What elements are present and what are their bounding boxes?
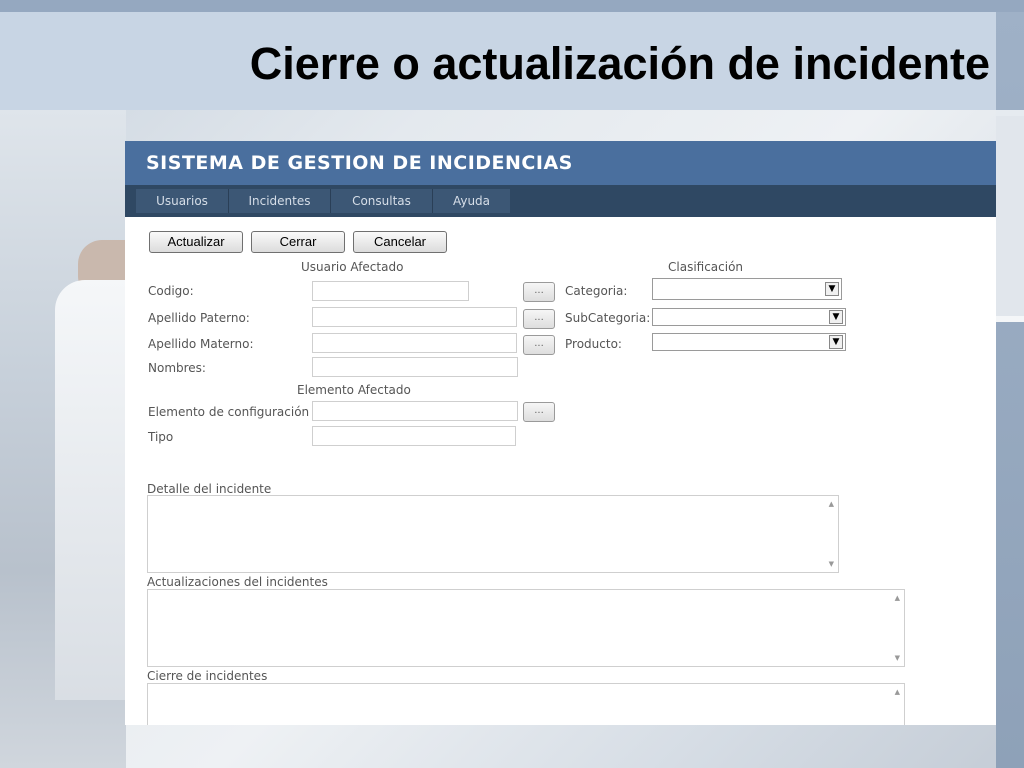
chevron-down-icon[interactable]: ▼	[829, 335, 843, 349]
categoria-select[interactable]: ▼	[652, 278, 842, 300]
cierre-textarea[interactable]: ▲	[147, 683, 905, 725]
app-title: SISTEMA DE GESTION DE INCIDENCIAS	[146, 152, 573, 174]
incident-app-window: SISTEMA DE GESTION DE INCIDENCIAS Usuari…	[125, 141, 996, 725]
elemento-browse-button[interactable]: ...	[523, 402, 555, 422]
elemento-configuracion-label: Elemento de configuración	[148, 405, 310, 419]
apellido-paterno-label: Apellido Paterno:	[148, 311, 250, 325]
actualizaciones-textarea[interactable]: ▲ ▼	[147, 589, 905, 667]
categoria-label: Categoria:	[565, 284, 628, 298]
cancel-button[interactable]: Cancelar	[353, 231, 447, 253]
slide-right-band	[996, 12, 1024, 768]
apellido-materno-browse-button[interactable]: ...	[523, 335, 555, 355]
detalle-label: Detalle del incidente	[147, 482, 272, 496]
elemento-configuracion-input[interactable]	[312, 401, 518, 421]
detalle-textarea[interactable]: ▲ ▼	[147, 495, 839, 573]
scroll-up-icon[interactable]: ▲	[829, 500, 834, 508]
chevron-down-icon[interactable]: ▼	[825, 282, 839, 296]
background-photo	[0, 110, 126, 768]
scroll-up-icon[interactable]: ▲	[895, 688, 900, 696]
menu-item-usuarios[interactable]: Usuarios	[136, 189, 228, 213]
slide-top-band	[0, 0, 1024, 12]
nombres-label: Nombres:	[148, 361, 206, 375]
codigo-input[interactable]	[312, 281, 469, 301]
subcategoria-select[interactable]: ▼	[652, 308, 846, 326]
tipo-label: Tipo	[148, 430, 174, 444]
menu-item-consultas[interactable]: Consultas	[331, 189, 432, 213]
subcategoria-label: SubCategoria:	[565, 311, 651, 325]
scroll-down-icon[interactable]: ▼	[829, 560, 834, 568]
cierre-label: Cierre de incidentes	[147, 669, 268, 683]
menu-item-ayuda[interactable]: Ayuda	[433, 189, 510, 213]
close-button[interactable]: Cerrar	[251, 231, 345, 253]
actualizaciones-label: Actualizaciones del incidentes	[147, 575, 328, 589]
section-clasificacion: Clasificación	[668, 260, 744, 274]
producto-label: Producto:	[565, 337, 622, 351]
tipo-input[interactable]	[312, 426, 516, 446]
chevron-down-icon[interactable]: ▼	[829, 310, 843, 324]
apellido-materno-input[interactable]	[312, 333, 517, 353]
section-elemento-afectado: Elemento Afectado	[297, 383, 411, 397]
producto-select[interactable]: ▼	[652, 333, 846, 351]
section-usuario-afectado: Usuario Afectado	[301, 260, 404, 274]
app-header: SISTEMA DE GESTION DE INCIDENCIAS	[125, 141, 996, 185]
update-button[interactable]: Actualizar	[149, 231, 243, 253]
menu-item-incidentes[interactable]: Incidentes	[229, 189, 330, 213]
apellido-paterno-browse-button[interactable]: ...	[523, 309, 555, 329]
scroll-down-icon[interactable]: ▼	[895, 654, 900, 662]
codigo-browse-button[interactable]: ...	[523, 282, 555, 302]
slide-title: Cierre o actualización de incidente	[249, 38, 990, 89]
codigo-label: Codigo:	[148, 284, 194, 298]
scroll-up-icon[interactable]: ▲	[895, 594, 900, 602]
apellido-materno-label: Apellido Materno:	[148, 337, 254, 351]
nombres-input[interactable]	[312, 357, 518, 377]
apellido-paterno-input[interactable]	[312, 307, 517, 327]
